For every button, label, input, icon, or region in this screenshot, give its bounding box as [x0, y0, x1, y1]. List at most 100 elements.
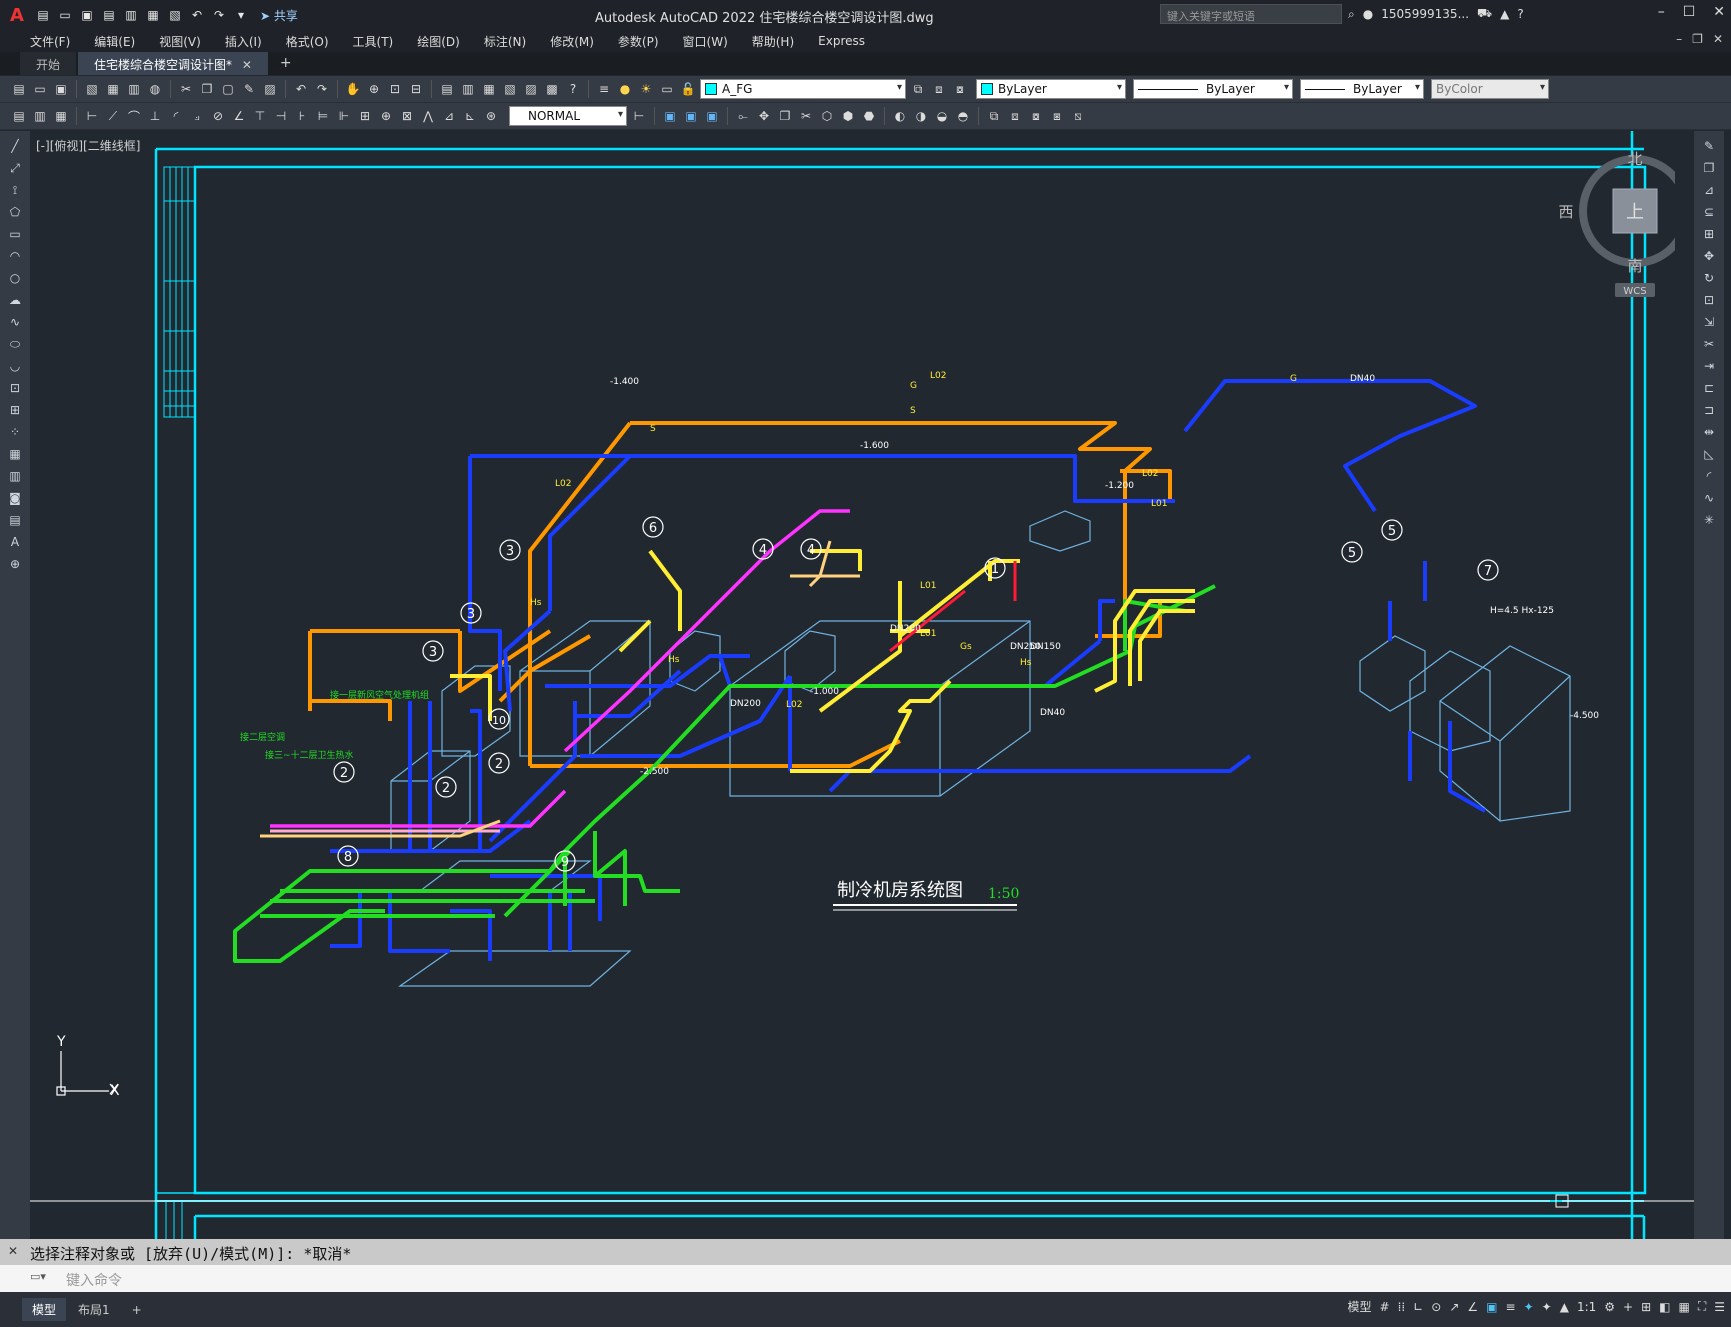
plot-icon[interactable]: ▧: [83, 80, 101, 98]
layer-combo[interactable]: A_FG ▾: [700, 79, 906, 99]
help-icon[interactable]: ?: [1517, 7, 1523, 21]
dim-break-icon[interactable]: ⊩: [335, 107, 353, 125]
annotation-scale-icon[interactable]: ▲: [1560, 1300, 1569, 1314]
fillet-icon[interactable]: ◜: [1700, 467, 1718, 485]
clean-screen-icon[interactable]: ⛶: [1698, 1299, 1706, 1314]
rotate-icon[interactable]: ↻: [1700, 269, 1718, 287]
autodesk-app-icon[interactable]: ▲: [1500, 7, 1509, 21]
search-icon[interactable]: ⌕: [1348, 7, 1355, 22]
menu-tools[interactable]: 工具(T): [341, 33, 406, 50]
modify-icon-3[interactable]: ❐: [776, 107, 794, 125]
tolerance-icon[interactable]: ⊞: [356, 107, 374, 125]
osnap-icon[interactable]: ∠: [1467, 1300, 1478, 1314]
menu-help[interactable]: 帮助(H): [740, 33, 806, 50]
dim-edit-icon[interactable]: ⊿: [440, 107, 458, 125]
zoom-window-icon[interactable]: ⊡: [386, 80, 404, 98]
plot-preview-icon[interactable]: ▦: [144, 6, 162, 24]
insert-block-icon[interactable]: ⊡: [6, 379, 24, 397]
trim-icon[interactable]: ✂: [1700, 335, 1718, 353]
command-input[interactable]: 键入命令: [0, 1265, 1731, 1292]
layer-unlock-icon[interactable]: 🔓: [679, 80, 697, 98]
search-input[interactable]: 键入关键字或短语: [1160, 4, 1342, 24]
erase-icon[interactable]: ✎: [1700, 137, 1718, 155]
properties-icon[interactable]: ▤: [438, 80, 456, 98]
line-icon[interactable]: ╱: [6, 137, 24, 155]
explode-icon[interactable]: ✳: [1700, 511, 1718, 529]
center-mark-icon[interactable]: ⊕: [377, 107, 395, 125]
undo-icon[interactable]: ↶: [292, 80, 310, 98]
menu-express[interactable]: Express: [806, 34, 877, 48]
lineweight-combo[interactable]: ByLayer ▾: [1300, 79, 1424, 99]
annotation-monitor-icon[interactable]: +: [1623, 1300, 1633, 1314]
share-button[interactable]: ➤ 共享: [260, 7, 298, 24]
tab-model[interactable]: 模型: [22, 1298, 67, 1321]
layer-viewport-icon[interactable]: ▭: [658, 80, 676, 98]
zoom-previous-icon[interactable]: ⊟: [407, 80, 425, 98]
color-combo[interactable]: ByLayer ▾: [976, 79, 1126, 99]
jogged-dim-icon[interactable]: ⟓: [188, 107, 206, 125]
join-icon[interactable]: ⇹: [1700, 423, 1718, 441]
grid-icon[interactable]: #: [1380, 1300, 1390, 1314]
modify-icon-7[interactable]: ⬣: [860, 107, 878, 125]
stretch-icon[interactable]: ⇲: [1700, 313, 1718, 331]
modify-icon-8[interactable]: ◐: [891, 107, 909, 125]
new-icon[interactable]: ▤: [34, 6, 52, 24]
cut-icon[interactable]: ✂: [177, 80, 195, 98]
linear-dim-icon[interactable]: ⊢: [83, 107, 101, 125]
minimize-icon[interactable]: –: [1658, 4, 1665, 20]
plot-icon[interactable]: ▧: [166, 6, 184, 24]
help-icon[interactable]: ?: [564, 80, 582, 98]
make-current-layer-icon[interactable]: ⧉: [909, 80, 927, 98]
open-icon[interactable]: ▭: [31, 80, 49, 98]
match-properties-icon[interactable]: ✎: [240, 80, 258, 98]
layer-properties-icon[interactable]: ≡: [595, 80, 613, 98]
block-editor-icon[interactable]: ▨: [261, 80, 279, 98]
dim-style-icon[interactable]: ⊢: [630, 107, 648, 125]
layer-tool-icon[interactable]: ▥: [31, 107, 49, 125]
selection-cycling-icon[interactable]: ▣: [1486, 1300, 1497, 1314]
ellipse-icon[interactable]: ⬭: [6, 335, 24, 353]
annotation-scale-value[interactable]: 1:1: [1577, 1300, 1596, 1314]
isolate-icon[interactable]: ◧: [1659, 1300, 1670, 1314]
viewcube[interactable]: 上 北 南 西 东 WCS: [1555, 150, 1691, 301]
modify-icon-12[interactable]: ⧉: [985, 107, 1003, 125]
customize-qat-icon[interactable]: ▾: [232, 6, 250, 24]
modify-icon-1[interactable]: ⟜: [734, 107, 752, 125]
menu-edit[interactable]: 编辑(E): [82, 33, 147, 50]
save-icon[interactable]: ▣: [78, 6, 96, 24]
inspect-icon[interactable]: ⊠: [398, 107, 416, 125]
snap-icon[interactable]: ⁞⁞: [1398, 1300, 1406, 1314]
cart-icon[interactable]: ⛟: [1477, 6, 1492, 22]
menu-file[interactable]: 文件(F): [18, 33, 82, 50]
array-icon[interactable]: ⊞: [1700, 225, 1718, 243]
close-command-icon[interactable]: ✕: [8, 1244, 18, 1258]
ordinate-dim-icon[interactable]: ⊥: [146, 107, 164, 125]
plot-preview-icon[interactable]: ▦: [104, 80, 122, 98]
quick-dim-icon[interactable]: ⊤: [251, 107, 269, 125]
layer-states-icon[interactable]: ⧇: [951, 80, 969, 98]
scale-icon[interactable]: ⊡: [1700, 291, 1718, 309]
paste-icon[interactable]: ▢: [219, 80, 237, 98]
menu-insert[interactable]: 插入(I): [213, 33, 274, 50]
gradient-icon[interactable]: ▥: [6, 467, 24, 485]
pan-icon[interactable]: ✋: [344, 80, 362, 98]
ortho-icon[interactable]: ∟: [1413, 1300, 1423, 1314]
jogged-linear-icon[interactable]: ⋀: [419, 107, 437, 125]
modify-icon-11[interactable]: ◓: [954, 107, 972, 125]
undo-icon[interactable]: ↶: [188, 6, 206, 24]
mtext-icon[interactable]: A: [6, 533, 24, 551]
units-icon[interactable]: ⊞: [1641, 1300, 1651, 1314]
baseline-dim-icon[interactable]: ⊣: [272, 107, 290, 125]
user-name[interactable]: 1505999135...: [1381, 7, 1469, 21]
break-at-point-icon[interactable]: ⊏: [1700, 379, 1718, 397]
tool-palettes-icon[interactable]: ▦: [480, 80, 498, 98]
tab-layout1[interactable]: 布局1: [68, 1298, 120, 1321]
doc-restore-icon[interactable]: ❐: [1692, 32, 1703, 46]
redo-icon[interactable]: ↷: [210, 6, 228, 24]
modify-icon-6[interactable]: ⬢: [839, 107, 857, 125]
offset-icon[interactable]: ⊆: [1700, 203, 1718, 221]
tab-drawing[interactable]: 住宅楼综合楼空调设计图* ✕: [78, 52, 268, 75]
modify-icon-5[interactable]: ⬡: [818, 107, 836, 125]
add-layout-icon[interactable]: +: [122, 1300, 152, 1320]
maximize-icon[interactable]: ☐: [1683, 4, 1696, 20]
